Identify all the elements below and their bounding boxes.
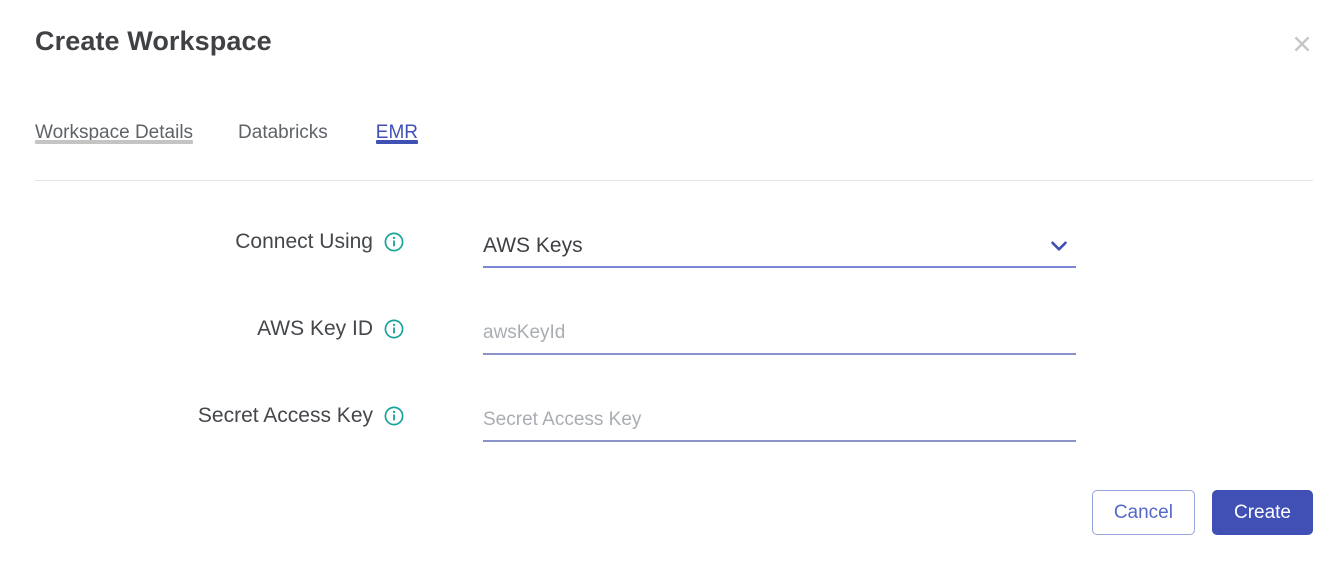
secret-access-key-control bbox=[483, 400, 1076, 442]
connect-using-label: Connect Using bbox=[235, 230, 373, 253]
tab-workspace-details[interactable]: Workspace Details bbox=[35, 118, 194, 144]
close-button[interactable] bbox=[1288, 30, 1316, 58]
connect-using-selected-value: AWS Keys bbox=[483, 234, 583, 257]
tab-emr[interactable]: EMR bbox=[375, 118, 419, 144]
aws-key-id-label-group: AWS Key ID bbox=[0, 317, 404, 341]
secret-access-key-input[interactable] bbox=[483, 400, 1076, 440]
connect-using-select[interactable]: AWS Keys bbox=[483, 226, 1076, 268]
chevron-down-icon[interactable] bbox=[1048, 235, 1070, 257]
secret-access-key-field[interactable] bbox=[483, 400, 1076, 442]
tab-emr-underline bbox=[375, 140, 419, 144]
aws-key-id-field[interactable] bbox=[483, 313, 1076, 355]
dialog-footer: Cancel Create bbox=[0, 478, 1337, 570]
tab-workspace-details-underline bbox=[35, 140, 194, 144]
tabs-bar: Workspace Details Databricks EMR bbox=[35, 118, 1313, 182]
form-row-connect-using: Connect Using AWS Keys bbox=[0, 210, 1337, 297]
info-icon[interactable] bbox=[384, 406, 404, 426]
emr-form: Connect Using AWS Keys AWS Key ID awsKey… bbox=[0, 210, 1337, 471]
form-row-secret-access-key: Secret Access Key bbox=[0, 384, 1337, 471]
cancel-button[interactable]: Cancel bbox=[1091, 490, 1195, 535]
create-button[interactable]: Create bbox=[1211, 490, 1313, 535]
close-icon bbox=[1294, 36, 1310, 52]
form-row-aws-key-id: AWS Key ID bbox=[0, 297, 1337, 384]
secret-access-key-label: Secret Access Key bbox=[197, 404, 373, 427]
dialog-header: Create Workspace bbox=[0, 0, 1337, 88]
create-workspace-dialog: Create Workspace Workspace Details Datab… bbox=[0, 0, 1337, 570]
info-icon[interactable] bbox=[384, 232, 404, 252]
connect-using-label-group: Connect Using bbox=[0, 230, 404, 254]
footer-actions: Cancel Create bbox=[1091, 490, 1313, 535]
aws-key-id-label: AWS Key ID bbox=[257, 317, 373, 340]
connect-using-control: AWS Keys bbox=[483, 226, 1076, 268]
secret-access-key-label-group: Secret Access Key bbox=[0, 404, 404, 428]
tab-databricks[interactable]: Databricks bbox=[238, 118, 328, 144]
tabs-divider bbox=[35, 180, 1313, 181]
tab-databricks-underline bbox=[238, 140, 328, 144]
page-title: Create Workspace bbox=[35, 26, 272, 56]
aws-key-id-input[interactable] bbox=[483, 313, 1076, 353]
aws-key-id-control bbox=[483, 313, 1076, 355]
info-icon[interactable] bbox=[384, 319, 404, 339]
